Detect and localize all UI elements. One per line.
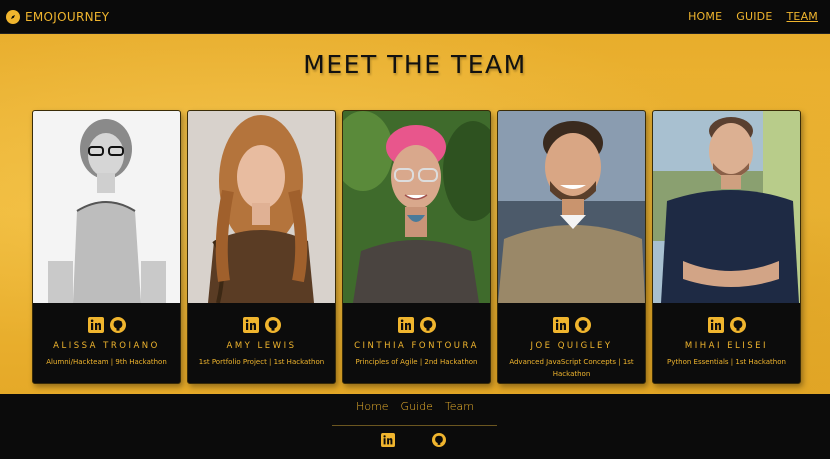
github-icon[interactable] [419,317,436,333]
nav-menu: HOME GUIDE TEAM [688,10,818,23]
linkedin-icon[interactable] [707,317,724,333]
member-socials [343,317,490,333]
team-cards: ALISSA TROIANO Alumni/Hackteam | 9th Hac… [32,110,801,384]
member-name: CINTHIA FONTOURA [354,341,479,351]
member-description: Principles of Agile | 2nd Hackathon [355,358,478,366]
member-name: MIHAI ELISEI [684,341,769,351]
github-icon[interactable] [264,317,281,333]
member-photo [188,111,335,303]
member-description: Alumni/Hackteam | 9th Hackathon [46,358,167,366]
team-section: MEET THE TEAM ALISSA TROIANO Alumni/Hack… [0,34,830,394]
member-photo [343,111,490,303]
brand-name: EMOJOURNEY [25,9,110,24]
linkedin-icon[interactable] [552,317,569,333]
team-card: AMY LEWIS 1st Portfolio Project | 1st Ha… [187,110,336,384]
team-card: ALISSA TROIANO Alumni/Hackteam | 9th Hac… [32,110,181,384]
member-name: JOE QUIGLEY [530,341,613,351]
brand[interactable]: EMOJOURNEY [6,9,110,24]
footer: Home Guide Team [0,394,830,459]
footer-nav: Home Guide Team [0,400,830,413]
nav-link-guide[interactable]: GUIDE [736,10,772,23]
github-icon[interactable] [109,317,126,333]
member-socials [188,317,335,333]
github-icon[interactable] [729,317,746,333]
nav-link-home[interactable]: HOME [688,10,722,23]
footer-divider [332,425,497,426]
member-socials [653,317,800,333]
member-description: Advanced JavaScript Concepts | 1st Hacka… [509,358,634,378]
page-title: MEET THE TEAM [303,50,527,79]
linkedin-icon[interactable] [242,317,259,333]
member-description: 1st Portfolio Project | 1st Hackathon [198,358,325,366]
member-socials [33,317,180,333]
navbar: EMOJOURNEY HOME GUIDE TEAM [0,0,830,34]
team-card: CINTHIA FONTOURA Principles of Agile | 2… [342,110,491,384]
linkedin-icon[interactable] [381,432,395,447]
github-icon[interactable] [432,432,446,447]
footer-link-guide[interactable]: Guide [401,400,433,413]
team-card: JOE QUIGLEY Advanced JavaScript Concepts… [497,110,646,384]
footer-link-home[interactable]: Home [356,400,388,413]
footer-link-team[interactable]: Team [445,400,474,413]
linkedin-icon[interactable] [87,317,104,333]
member-photo [498,111,645,303]
member-photo [653,111,800,303]
team-card: MIHAI ELISEI Python Essentials | 1st Hac… [652,110,801,384]
footer-socials [381,432,446,447]
member-socials [498,317,645,333]
member-description: Python Essentials | 1st Hackathon [667,358,786,366]
nav-link-team[interactable]: TEAM [787,10,819,23]
linkedin-icon[interactable] [397,317,414,333]
github-icon[interactable] [574,317,591,333]
member-name: ALISSA TROIANO [53,341,160,351]
member-photo [33,111,180,303]
compass-icon [6,9,20,24]
member-name: AMY LEWIS [226,341,297,351]
